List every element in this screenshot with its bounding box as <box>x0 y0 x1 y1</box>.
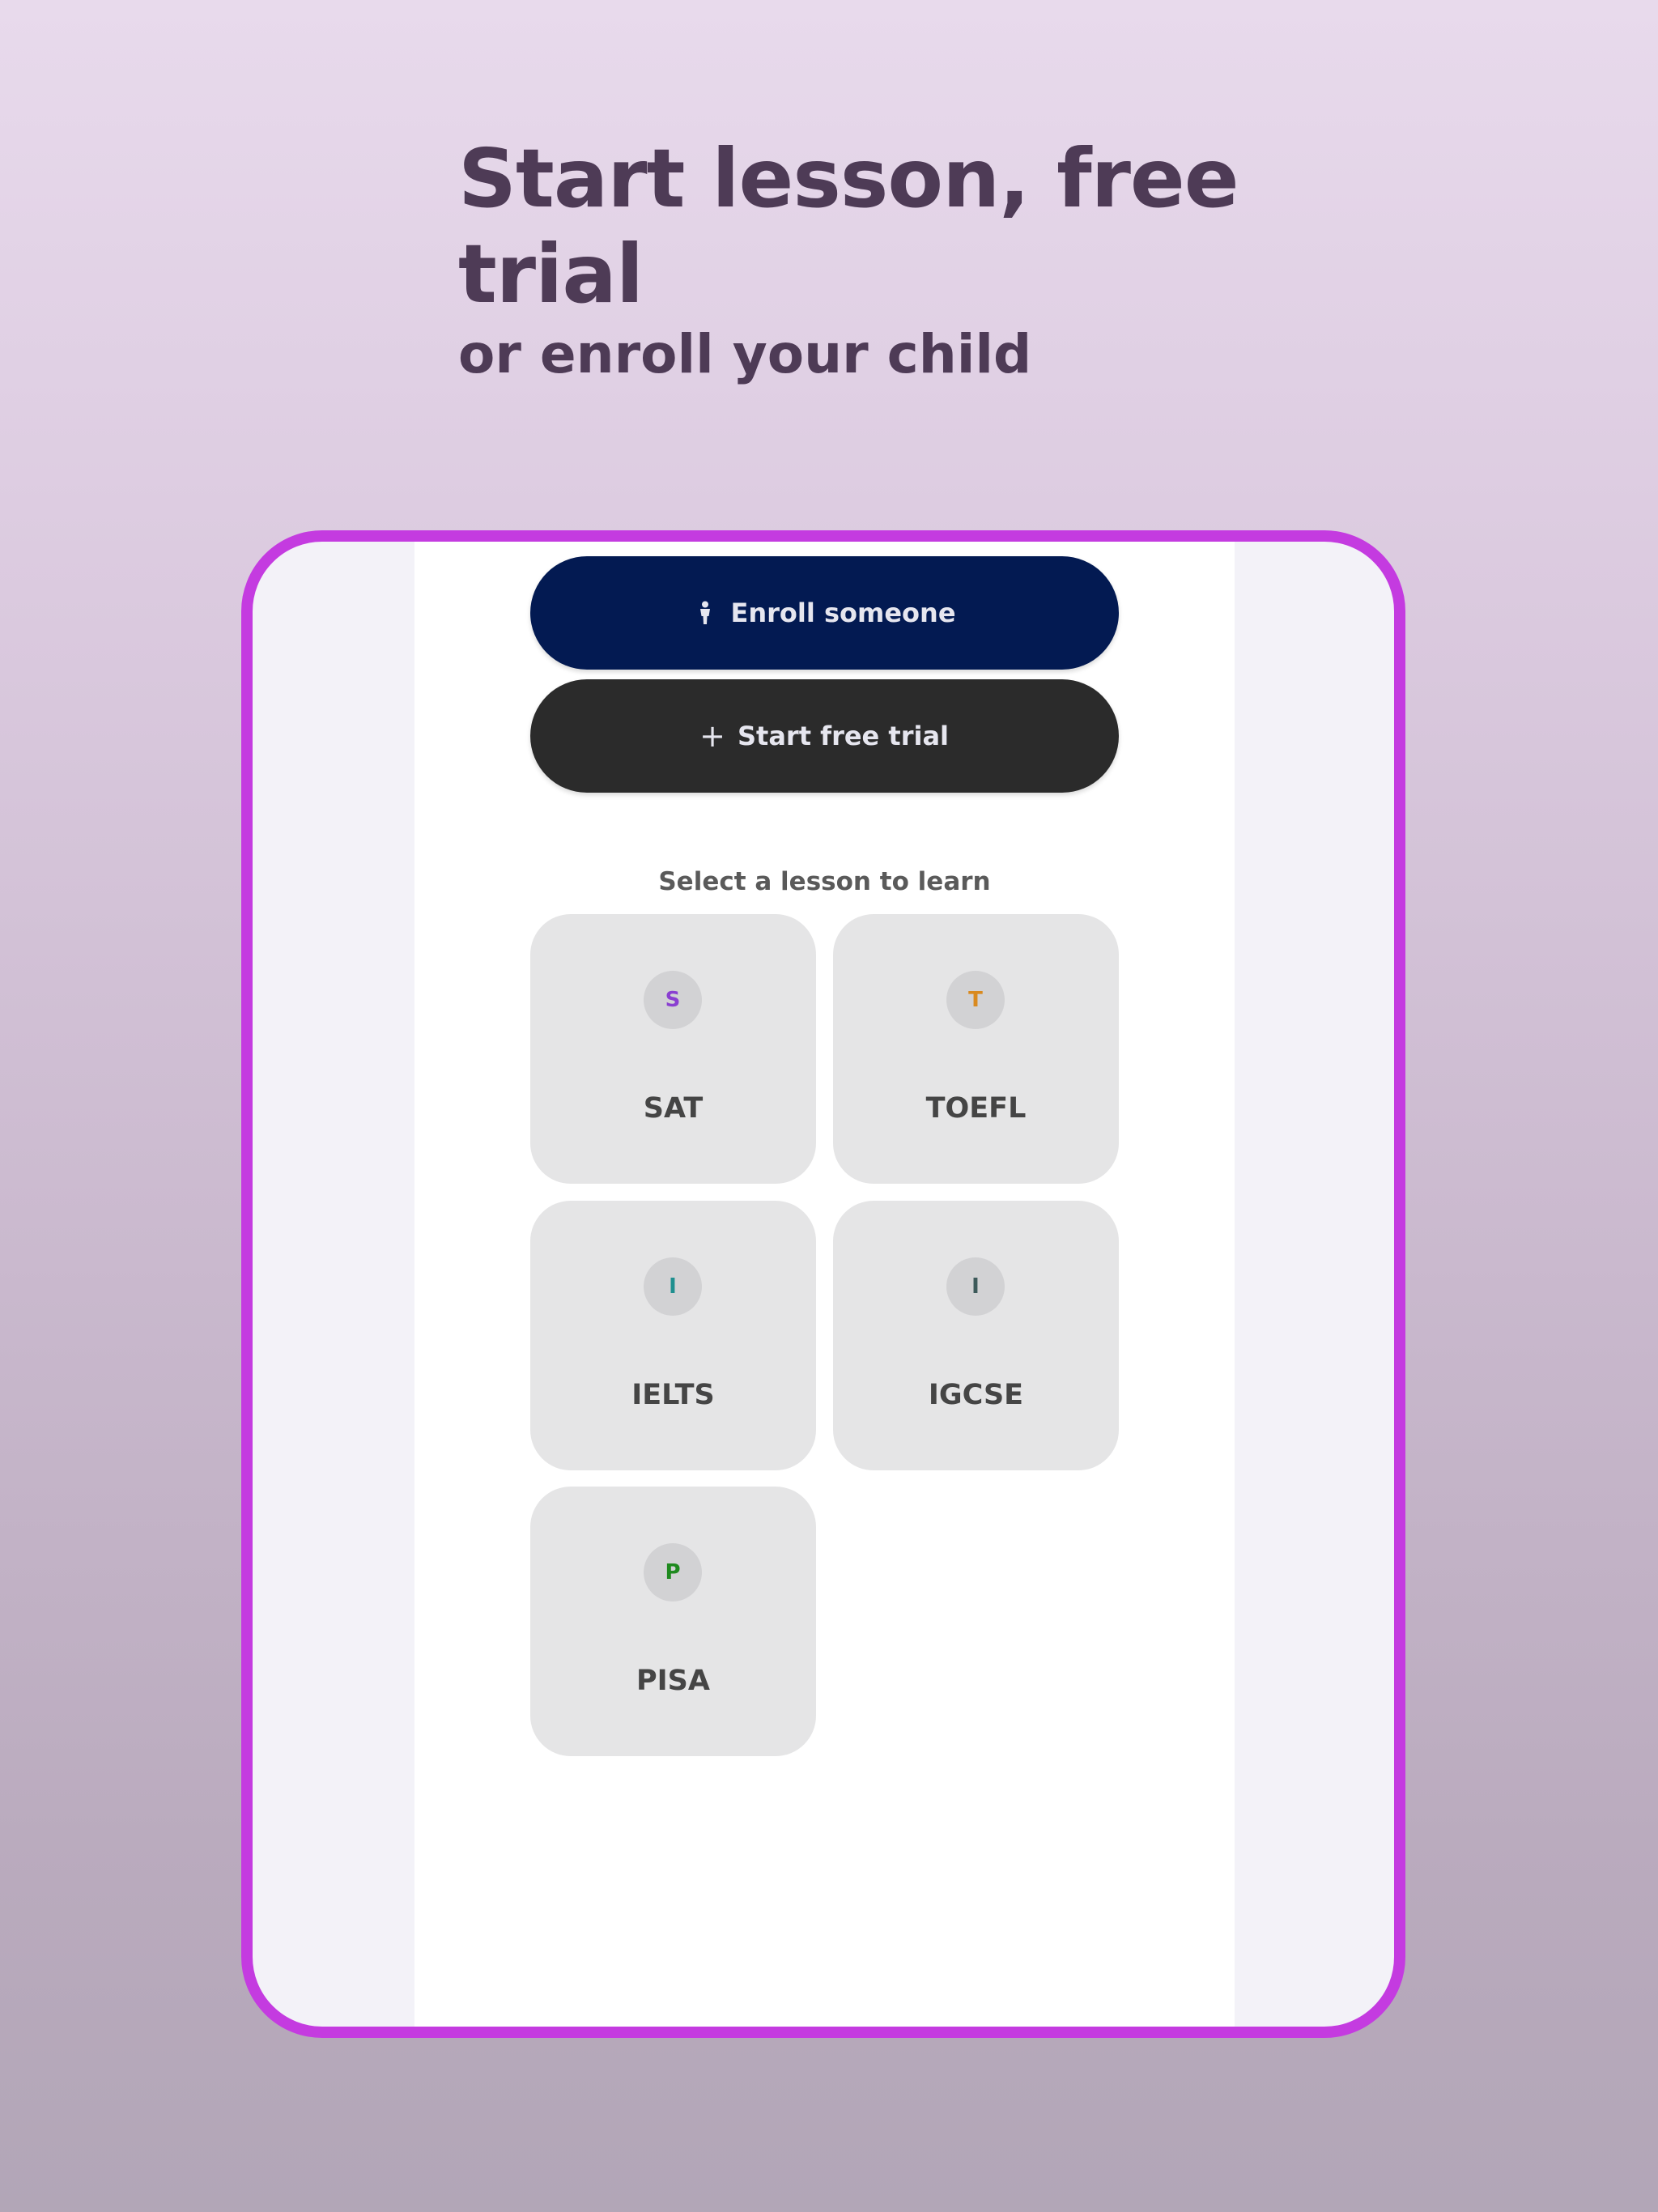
lesson-section-label: Select a lesson to learn <box>658 867 991 896</box>
lesson-initial-badge: P <box>644 1543 702 1602</box>
headline-title: Start lesson, free trial <box>458 131 1239 321</box>
lesson-card-igcse[interactable]: I IGCSE <box>833 1201 1119 1470</box>
enroll-someone-label: Enroll someone <box>730 598 956 628</box>
app-screen: Enroll someone + Start free trial Select… <box>414 542 1235 2027</box>
lesson-card-ielts[interactable]: I IELTS <box>530 1201 816 1470</box>
lesson-name: SAT <box>643 1092 704 1125</box>
lesson-initial-badge: T <box>946 971 1005 1029</box>
lesson-card-pisa[interactable]: P PISA <box>530 1487 816 1756</box>
lesson-card-toefl[interactable]: T TOEFL <box>833 914 1119 1184</box>
start-free-trial-button[interactable]: + Start free trial <box>530 679 1119 793</box>
lesson-name: TOEFL <box>925 1092 1027 1125</box>
headline: Start lesson, free trial or enroll your … <box>458 131 1430 387</box>
lesson-name: IELTS <box>631 1379 715 1411</box>
lesson-initial-badge: S <box>644 971 702 1029</box>
enroll-someone-button[interactable]: Enroll someone <box>530 556 1119 670</box>
lesson-name: PISA <box>636 1665 710 1697</box>
lesson-name: IGCSE <box>928 1379 1024 1411</box>
person-icon <box>693 598 717 627</box>
headline-subtitle: or enroll your child <box>458 323 1032 385</box>
start-free-trial-label: Start free trial <box>737 721 949 751</box>
plus-icon: + <box>699 718 725 754</box>
lesson-card-sat[interactable]: S SAT <box>530 914 816 1184</box>
lesson-initial-badge: I <box>946 1257 1005 1316</box>
device-frame: Enroll someone + Start free trial Select… <box>241 530 1405 2038</box>
lesson-initial-badge: I <box>644 1257 702 1316</box>
